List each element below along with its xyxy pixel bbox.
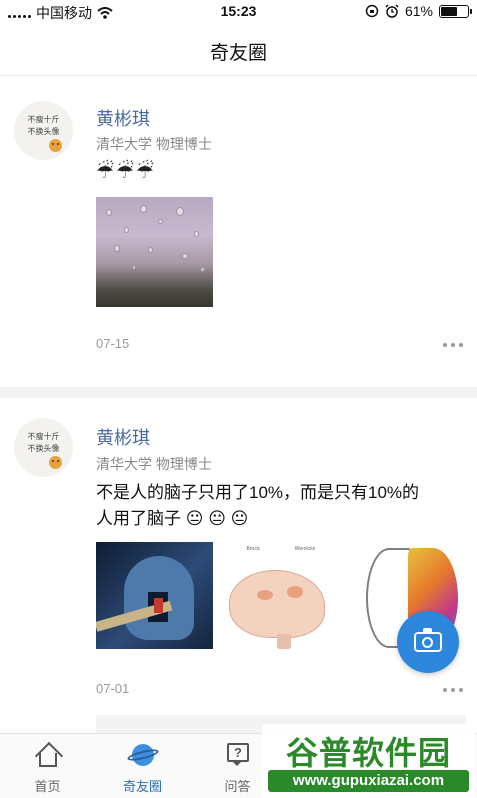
watermark: 谷普软件园 www.gupuxiazai.com — [262, 724, 475, 798]
post-divider — [0, 387, 477, 398]
brain-labels: Broca Wernicke — [246, 546, 316, 552]
camera-icon — [414, 628, 442, 652]
umbrella-rain-icon: ☔ — [135, 161, 154, 183]
battery-fill — [441, 6, 457, 16]
post-card: 不瘦十斤 不换头像 黄彬琪 清华大学 物理博士 不是人的脑子只用了10%，而是只… — [0, 398, 477, 733]
home-icon — [34, 741, 64, 771]
neutral-face-icon: 😐 — [185, 509, 204, 528]
tab-moments[interactable]: 奇友圈 — [95, 734, 190, 798]
user-name[interactable]: 黄彬琪 — [96, 424, 150, 450]
status-bar: 中国移动 15:23 61% — [0, 0, 477, 24]
post-card: 不瘦十斤 不换头像 黄彬琪 清华大学 物理博士 ☔ ☔ ☔ 07-15 — [0, 77, 477, 387]
more-options-icon[interactable] — [443, 343, 463, 347]
post-text-line: 人用了脑子 😐 😐 😐 — [96, 509, 249, 528]
question-icon: ? — [224, 742, 252, 768]
avatar[interactable]: 不瘦十斤 不换头像 — [14, 418, 73, 477]
tab-label: 首页 — [34, 779, 61, 794]
avatar[interactable]: 不瘦十斤 不换头像 — [14, 101, 73, 160]
user-meta: 清华大学 物理博士 — [96, 136, 212, 152]
more-options-icon[interactable] — [443, 688, 463, 692]
brain-diagram-photo[interactable]: Broca Wernicke — [221, 542, 338, 649]
smiley-icon — [49, 456, 62, 469]
page-title: 奇友圈 — [209, 43, 267, 64]
alarm-icon — [385, 4, 399, 18]
watermark-url: www.gupuxiazai.com — [268, 770, 469, 792]
planet-icon — [126, 742, 160, 768]
avatar-caption: 不瘦十斤 不换头像 — [27, 115, 60, 136]
battery-icon — [439, 4, 472, 18]
avatar-caption: 不瘦十斤 不换头像 — [27, 432, 60, 453]
tab-home[interactable]: 首页 — [0, 734, 95, 798]
post-emoji-row: ☔ ☔ ☔ — [96, 160, 154, 184]
neutral-face-icon: 😐 — [230, 509, 249, 528]
umbrella-rain-icon: ☔ — [115, 161, 134, 183]
rain-window-photo[interactable] — [96, 197, 213, 307]
tab-label: 奇友圈 — [122, 779, 162, 794]
smiley-icon — [49, 139, 62, 152]
camera-button[interactable] — [397, 611, 459, 673]
umbrella-rain-icon: ☔ — [96, 161, 114, 183]
status-right: 61% — [365, 3, 472, 19]
user-meta: 清华大学 物理博士 — [96, 456, 212, 472]
battery-percent: 61% — [404, 3, 433, 19]
head-door-photo[interactable] — [96, 542, 213, 649]
post-text: 不是人的脑子只用了10%，而是只有10%的 人用了脑子 😐 😐 😐 — [96, 480, 468, 532]
watermark-logo: 谷普软件园 — [285, 735, 451, 771]
post-text-line: 不是人的脑子只用了10%，而是只有10%的 — [96, 483, 420, 502]
neutral-face-icon: 😐 — [208, 509, 226, 528]
user-name[interactable]: 黄彬琪 — [96, 105, 150, 131]
post-date: 07-15 — [96, 336, 130, 351]
post-date: 07-01 — [96, 681, 130, 696]
rotation-lock-icon — [365, 4, 379, 18]
nav-bar: 奇友圈 — [0, 24, 477, 76]
